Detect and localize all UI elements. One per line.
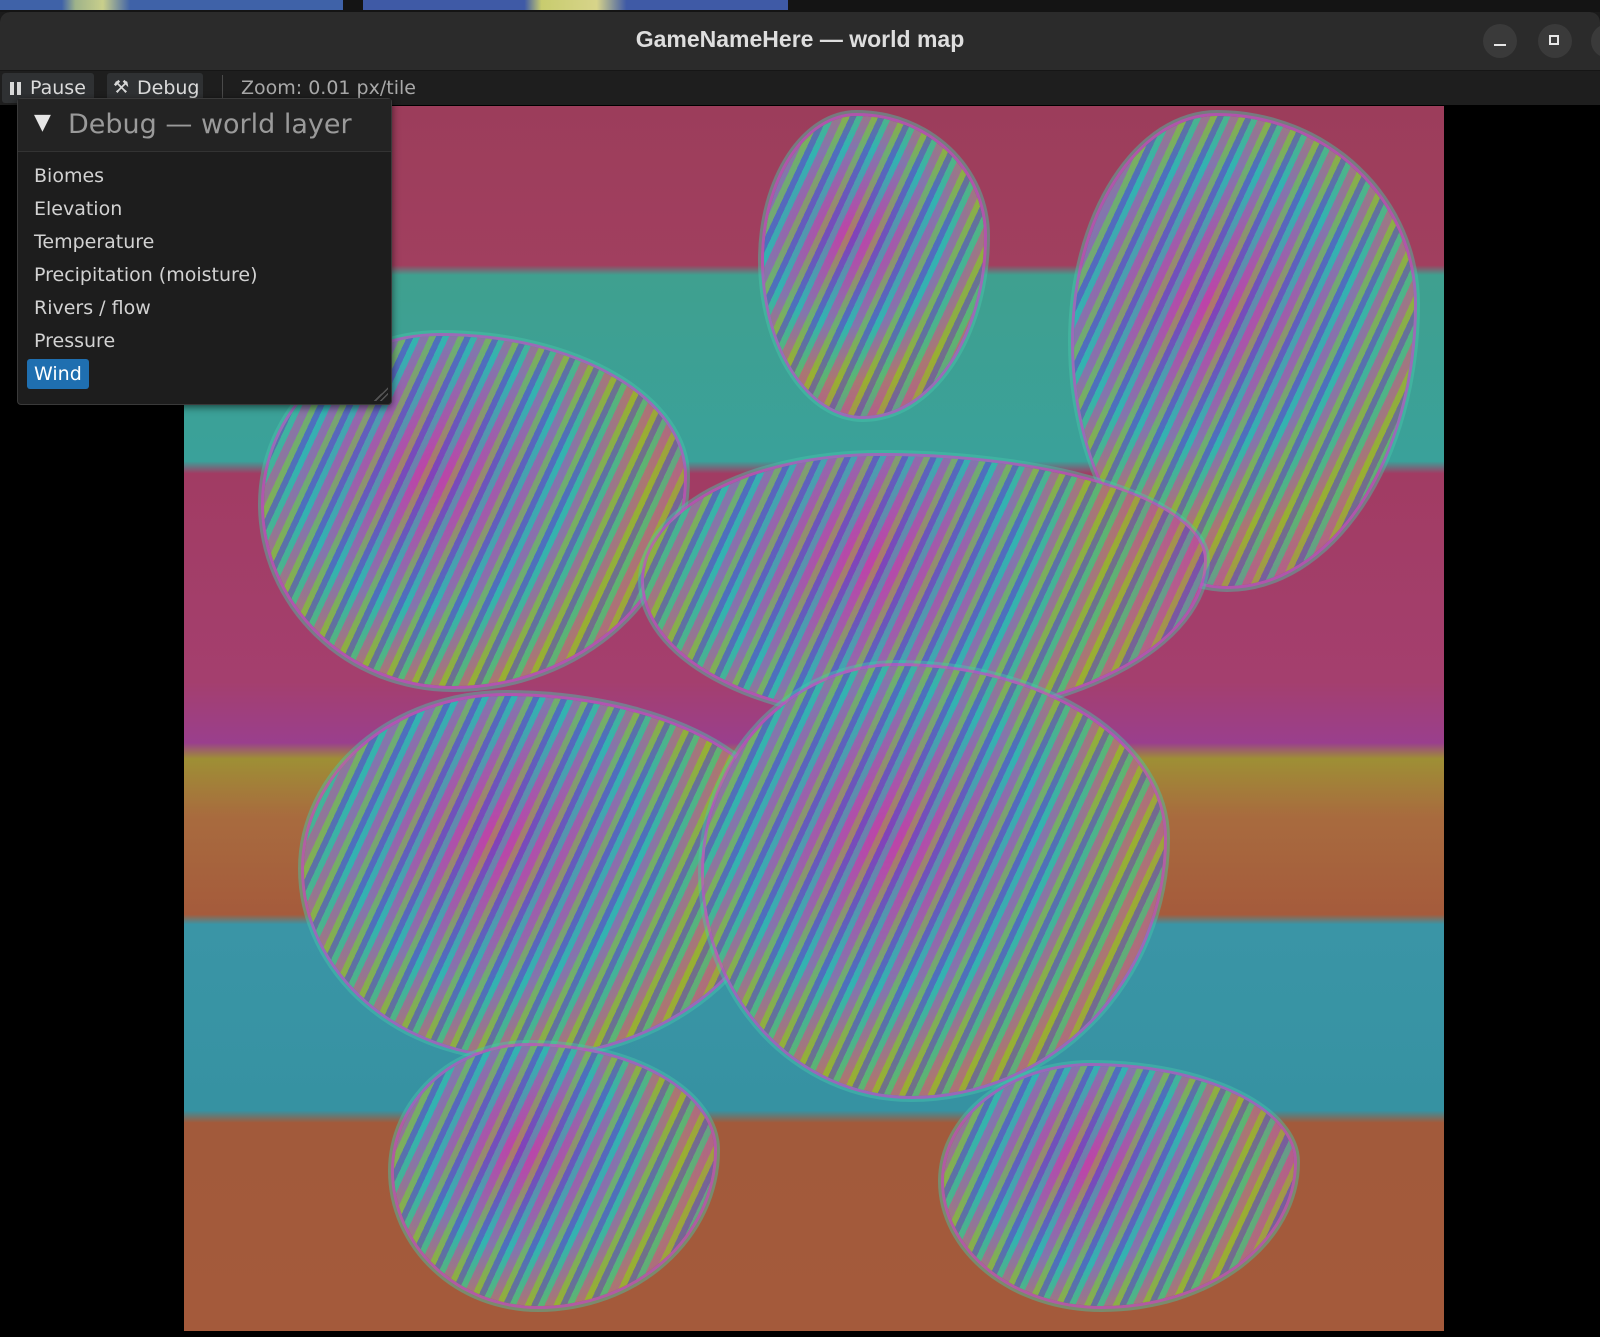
minimize-icon — [1494, 44, 1506, 46]
layer-option-pressure[interactable]: Pressure — [27, 326, 122, 356]
resize-grip-icon[interactable] — [374, 387, 388, 401]
layer-option-wind[interactable]: Wind — [27, 359, 89, 389]
landmass — [704, 666, 1164, 1096]
dropdown-header[interactable]: ▼ Debug — world layer — [18, 99, 391, 152]
layer-option-temperature[interactable]: Temperature — [27, 227, 161, 257]
debug-layer-dropdown: ▼ Debug — world layer Biomes Elevation T… — [17, 98, 392, 405]
collapse-triangle-icon[interactable]: ▼ — [34, 110, 51, 135]
minimize-button[interactable] — [1483, 24, 1517, 58]
landmass — [764, 116, 984, 416]
window-title: GameNameHere — world map — [635, 26, 965, 52]
landmass — [944, 1066, 1294, 1306]
background-thumbnail — [0, 0, 343, 10]
title-bar[interactable]: GameNameHere — world map × — [0, 12, 1600, 71]
layer-option-precipitation[interactable]: Precipitation (moisture) — [27, 260, 265, 290]
layer-option-rivers[interactable]: Rivers / flow — [27, 293, 158, 323]
maximize-button[interactable] — [1538, 24, 1572, 58]
background-thumbnail — [363, 0, 788, 10]
maximize-icon — [1549, 35, 1559, 45]
app-window: GameNameHere — world map × Pause ⚒ Debug… — [0, 12, 1600, 1337]
background-window-thumbnails — [0, 0, 1600, 12]
layer-option-biomes[interactable]: Biomes — [27, 161, 111, 191]
landmass — [394, 1046, 714, 1306]
dropdown-title: Debug — world layer — [68, 109, 352, 140]
pause-icon — [10, 82, 22, 95]
layer-option-elevation[interactable]: Elevation — [27, 194, 129, 224]
